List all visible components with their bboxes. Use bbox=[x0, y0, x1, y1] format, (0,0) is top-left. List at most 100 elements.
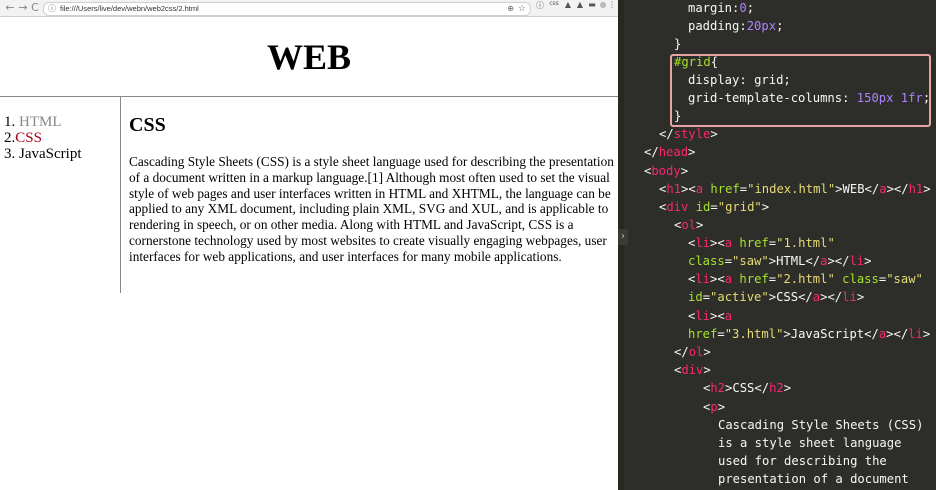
browser-window: ← → C ⓘ file:///Users/live/dev/webn/web2… bbox=[0, 0, 618, 490]
code-token: #grid bbox=[674, 55, 711, 69]
code-token: HTML bbox=[776, 254, 806, 268]
code-line: <ol> bbox=[674, 218, 704, 232]
code-token: padding bbox=[688, 19, 740, 33]
column-divider bbox=[120, 97, 121, 293]
code-token: grid-template-columns bbox=[688, 91, 843, 105]
extension-icon[interactable]: ▲ bbox=[575, 0, 585, 16]
list-number: 1. bbox=[4, 114, 16, 130]
extension-icon[interactable]: ● bbox=[599, 0, 607, 16]
code-token: "active" bbox=[710, 290, 769, 304]
zoom-icon[interactable]: ⊕ bbox=[507, 3, 514, 15]
code-token: href bbox=[739, 236, 769, 250]
code-line: is a style sheet language bbox=[718, 436, 901, 454]
code-line: </ol> bbox=[674, 345, 711, 359]
extension-icon[interactable]: ▲ bbox=[563, 0, 573, 16]
code-token: "index.html" bbox=[747, 182, 836, 196]
code-token: WEB bbox=[842, 182, 865, 196]
code-line: <li><a href="1.html" bbox=[688, 236, 835, 250]
code-editor[interactable]: › margin:0; padding:20px; } #grid{ displ… bbox=[618, 0, 936, 490]
code-line: <div id="grid"> bbox=[659, 200, 770, 214]
code-token: h1 bbox=[666, 182, 682, 196]
reload-icon[interactable]: C bbox=[29, 0, 41, 16]
bookmark-star-icon[interactable]: ☆ bbox=[518, 3, 526, 15]
nav-item-css: 2.CSS bbox=[4, 130, 119, 146]
code-token: "saw" bbox=[732, 254, 769, 268]
code-token: ol bbox=[681, 218, 697, 232]
web-page: WEB 1. HTML 2.CSS 3. JavaScript CSS Casc… bbox=[0, 17, 618, 490]
code-token: div bbox=[681, 363, 704, 377]
nav-list: 1. HTML 2.CSS 3. JavaScript bbox=[4, 114, 119, 162]
code-token: "grid" bbox=[717, 200, 762, 214]
code-token: grid bbox=[754, 73, 784, 87]
code-token: "2.html" bbox=[776, 272, 835, 286]
code-line: <p> bbox=[703, 400, 726, 414]
code-token: a bbox=[695, 182, 704, 196]
code-line: <h2>CSS</h2> bbox=[703, 381, 792, 395]
section-heading: CSS bbox=[129, 114, 166, 136]
home-link[interactable]: WEB bbox=[267, 37, 351, 77]
code-token: h2 bbox=[710, 381, 726, 395]
code-token: a bbox=[724, 272, 733, 286]
code-token: id bbox=[695, 200, 711, 214]
code-line: <li><a href="2.html" class="saw" bbox=[688, 272, 923, 286]
code-token: "1.html" bbox=[776, 236, 835, 250]
code-token: CSS bbox=[776, 290, 799, 304]
code-token: href bbox=[739, 272, 769, 286]
extension-icon[interactable]: ▬ bbox=[587, 0, 597, 16]
code-line: <h1><a href="index.html">WEB</a></h1> bbox=[659, 182, 931, 196]
code-line: display: grid; bbox=[688, 73, 791, 87]
code-line: <body> bbox=[644, 164, 689, 178]
code-line: href="3.html">JavaScript</a></li> bbox=[688, 327, 931, 341]
code-line: margin:0; bbox=[688, 1, 755, 15]
code-token: style bbox=[673, 127, 711, 141]
code-token: 20px bbox=[746, 19, 777, 33]
code-line: class="saw">HTML</a></li> bbox=[688, 254, 872, 268]
title-divider bbox=[0, 96, 618, 97]
address-bar[interactable]: ⓘ file:///Users/live/dev/webn/web2css/2.… bbox=[43, 2, 531, 16]
code-line: <li><a bbox=[688, 309, 733, 323]
code-token: head bbox=[658, 145, 689, 159]
menu-kebab-icon[interactable]: ⋮ bbox=[608, 0, 616, 16]
code-line: padding:20px; bbox=[688, 19, 784, 33]
code-token: p bbox=[710, 400, 718, 414]
code-token: used for describing the bbox=[718, 454, 887, 468]
code-token: margin bbox=[688, 1, 733, 15]
code-token: id bbox=[688, 290, 703, 304]
nav-link-html[interactable]: HTML bbox=[19, 114, 62, 130]
code-token: } bbox=[674, 109, 682, 123]
code-line: grid-template-columns: 150px 1fr; bbox=[688, 91, 931, 105]
forward-arrow-icon[interactable]: → bbox=[17, 0, 29, 16]
browser-toolbar: ← → C ⓘ file:///Users/live/dev/webn/web2… bbox=[0, 0, 618, 17]
code-line: } bbox=[674, 109, 681, 127]
code-token: href bbox=[688, 327, 718, 341]
code-line: presentation of a document bbox=[718, 472, 909, 490]
code-token: is a style sheet language bbox=[718, 436, 902, 450]
code-token: ol bbox=[688, 345, 704, 359]
address-bar-url[interactable]: file:///Users/live/dev/webn/web2css/2.ht… bbox=[60, 3, 199, 15]
css-extension-icon[interactable]: css bbox=[547, 0, 561, 16]
code-token: a bbox=[724, 309, 733, 323]
code-token: { bbox=[710, 55, 719, 69]
code-token: JavaScript bbox=[790, 327, 865, 341]
code-token: body bbox=[651, 164, 681, 178]
code-token: li bbox=[695, 309, 711, 323]
code-line: id="active">CSS</a></li> bbox=[688, 290, 865, 304]
code-lines: margin:0; padding:20px; } #grid{ display… bbox=[618, 0, 936, 490]
code-line: Cascading Style Sheets (CSS) bbox=[718, 418, 923, 436]
code-line: used for describing the bbox=[718, 454, 887, 472]
list-number: 3. bbox=[4, 146, 16, 162]
nav-link-css[interactable]: CSS bbox=[15, 130, 42, 146]
code-token: div bbox=[666, 200, 689, 214]
code-token: li bbox=[695, 272, 711, 286]
extension-icon[interactable]: ⓘ bbox=[535, 0, 545, 16]
code-token: href bbox=[710, 182, 740, 196]
code-token: 0 bbox=[739, 1, 747, 15]
info-icon[interactable]: ⓘ bbox=[48, 3, 56, 15]
code-line: </head> bbox=[644, 145, 696, 159]
code-token: class bbox=[688, 254, 725, 268]
code-token: presentation of a document bbox=[718, 472, 909, 486]
code-line: #grid{ bbox=[674, 55, 718, 73]
code-token: "saw" bbox=[886, 272, 923, 286]
back-arrow-icon[interactable]: ← bbox=[4, 0, 16, 16]
nav-link-javascript[interactable]: JavaScript bbox=[19, 146, 81, 162]
